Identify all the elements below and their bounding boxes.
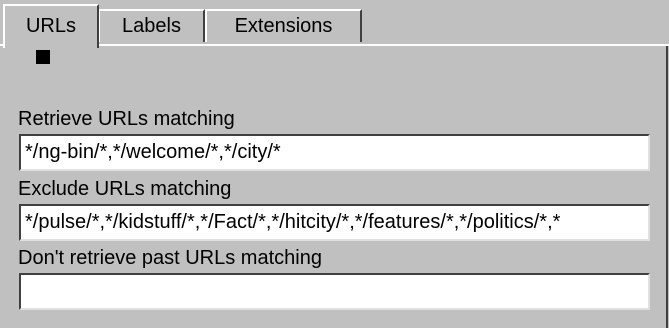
dont-retrieve-past-input[interactable] [19, 273, 650, 310]
exclude-urls-label: Exclude URLs matching [18, 178, 232, 200]
urls-settings-panel: URLs Labels Extensions Retrieve URLs mat… [0, 0, 669, 328]
tab-strip: URLs Labels Extensions [0, 0, 669, 48]
retrieve-urls-input[interactable] [19, 134, 650, 171]
exclude-urls-input[interactable] [19, 204, 650, 241]
tab-urls[interactable]: URLs [3, 4, 99, 48]
retrieve-urls-label: Retrieve URLs matching [18, 108, 235, 130]
panel-right-border [666, 44, 668, 328]
panel-top-border [0, 44, 669, 46]
small-square-icon [36, 50, 50, 64]
dont-retrieve-past-label: Don't retrieve past URLs matching [18, 247, 322, 269]
tab-labels[interactable]: Labels [98, 9, 205, 42]
tab-extensions[interactable]: Extensions [205, 9, 362, 42]
